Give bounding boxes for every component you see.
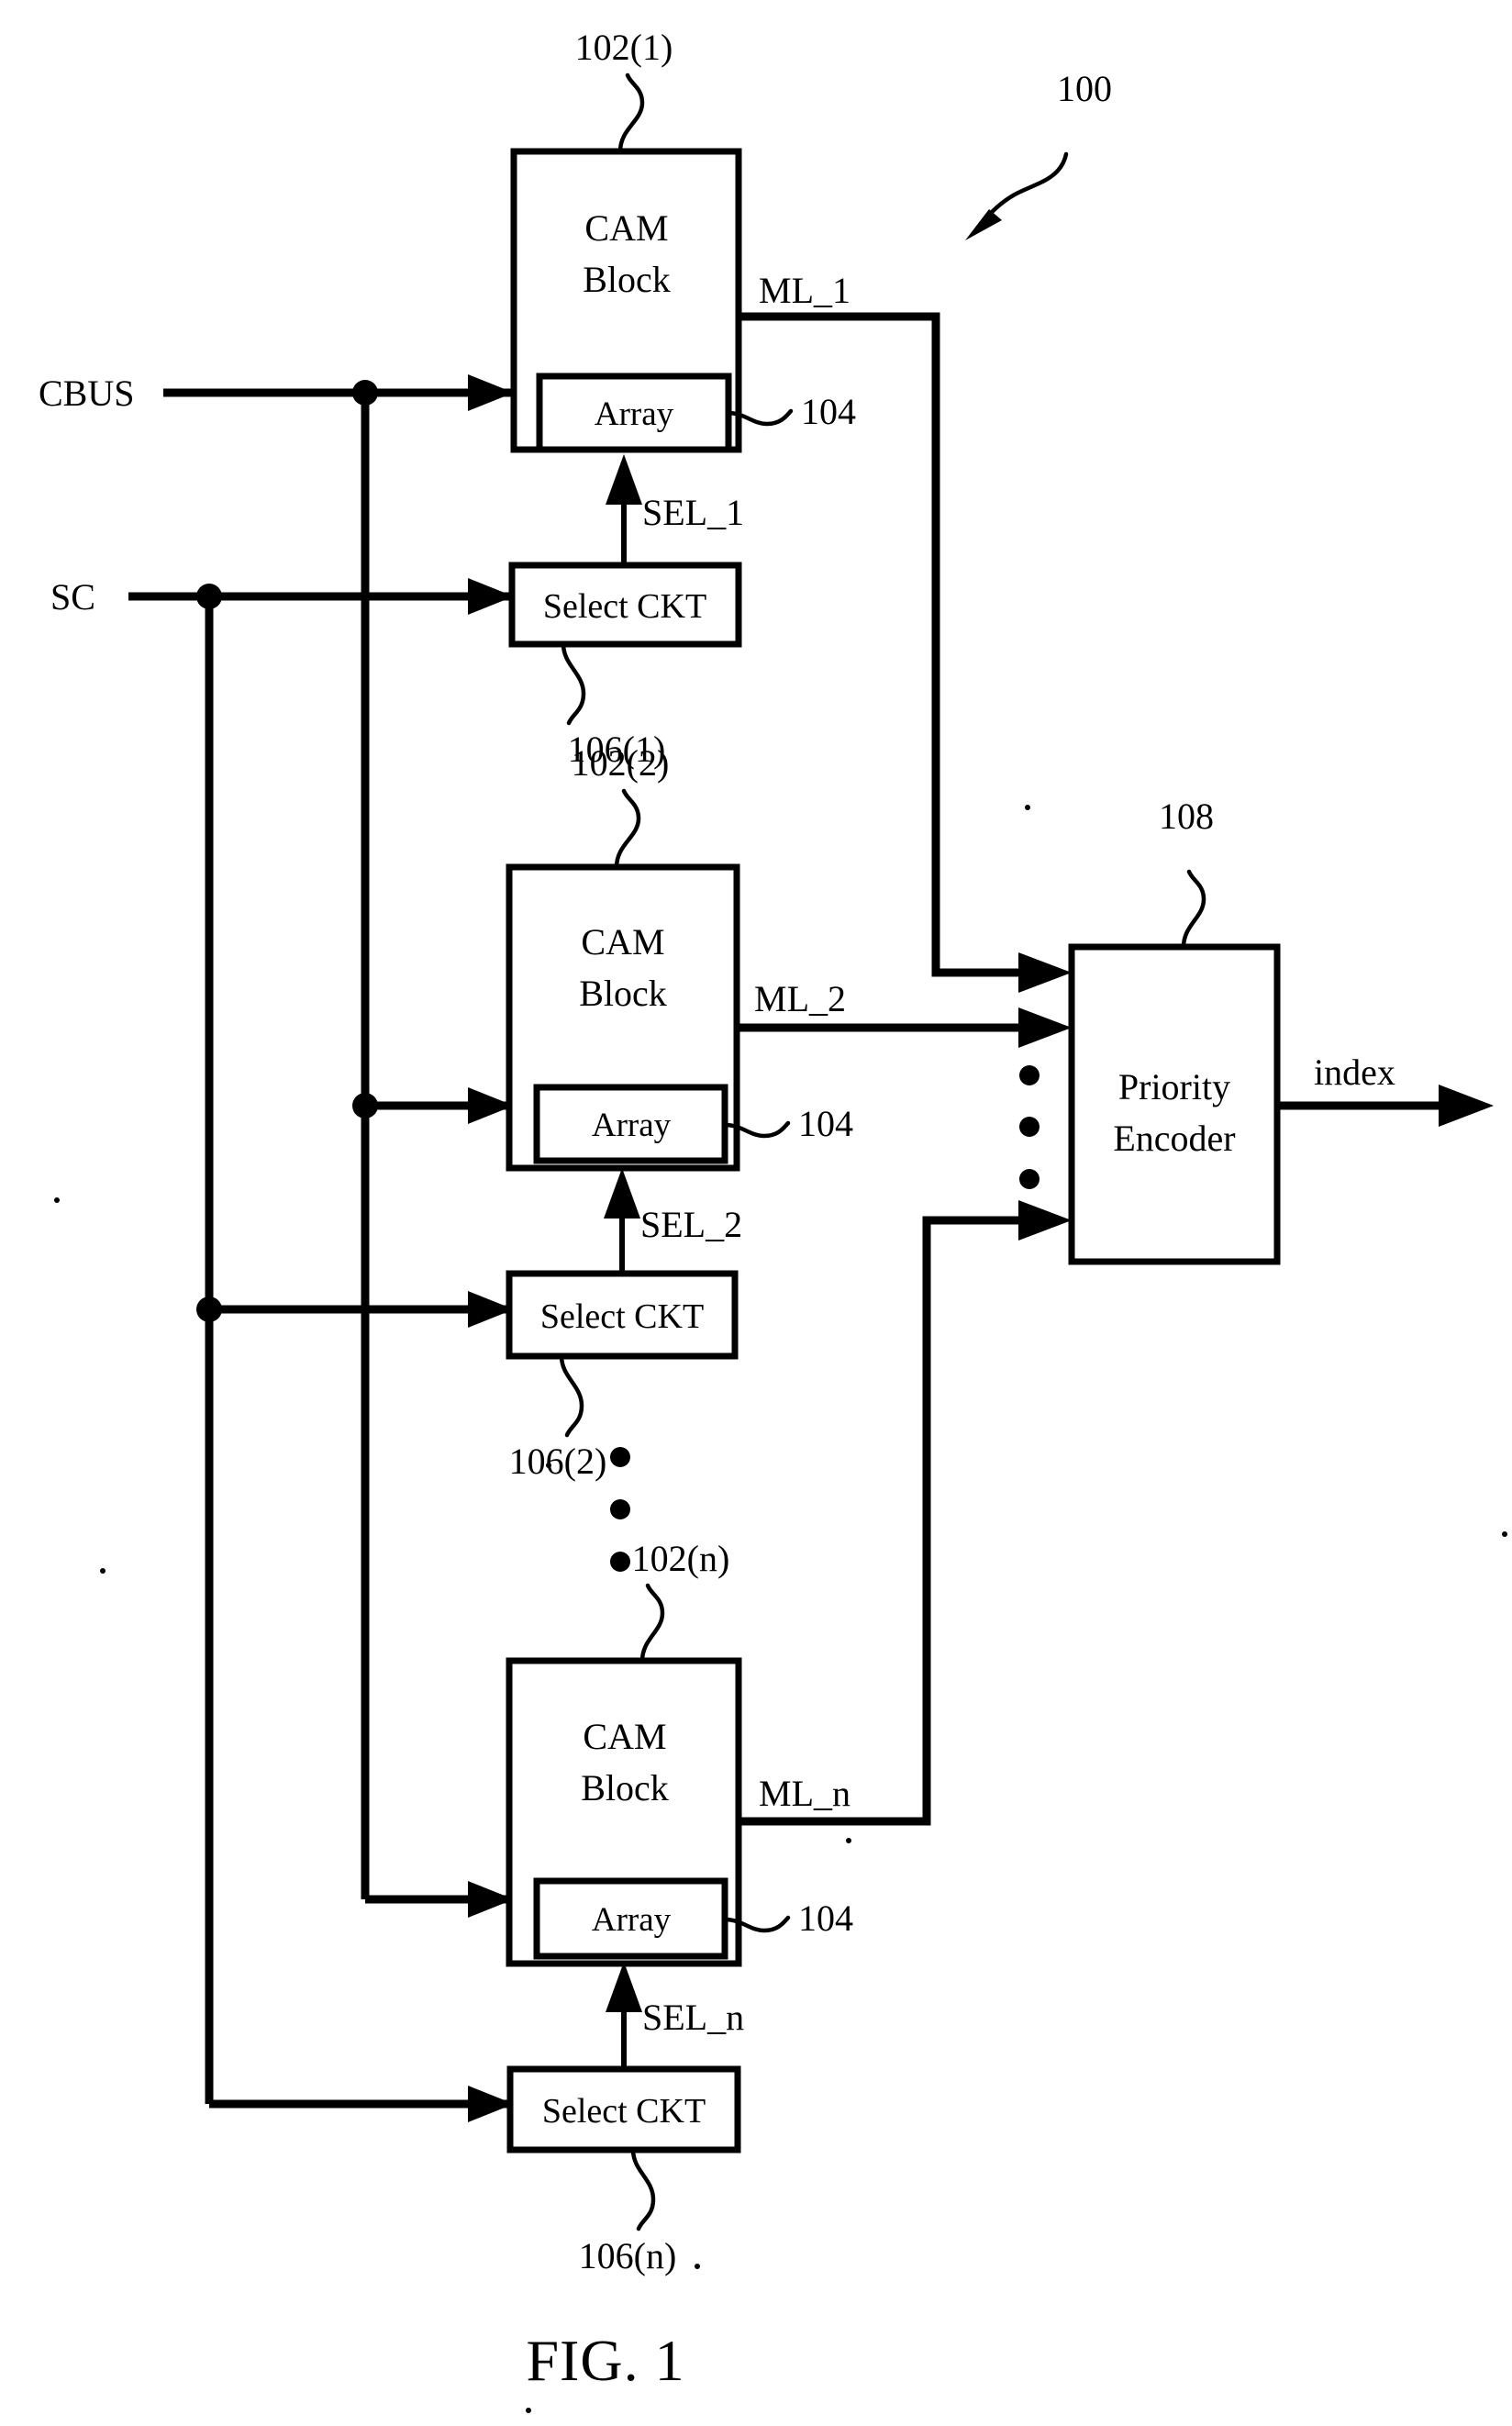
encoder-input-ellipsis — [1019, 1065, 1040, 1189]
sel-2-wire — [604, 1168, 640, 1274]
cam-block-1-title-line1: CAM — [584, 207, 668, 249]
sel-n-label: SEL_n — [642, 1997, 744, 2038]
cam-block-2-title-line1: CAM — [581, 921, 664, 963]
cam-block-2-array-ref: 104 — [798, 1103, 853, 1144]
priority-encoder-title-line1: Priority — [1118, 1066, 1230, 1107]
sel-1-wire — [606, 454, 642, 565]
cam-block-2-ref: 102(2) — [572, 742, 670, 784]
select-ckt-2-label: Select CKT — [540, 1297, 704, 1336]
sel-1-label: SEL_1 — [642, 492, 744, 533]
select-ckt-n-label: Select CKT — [542, 2092, 706, 2131]
cam-block-n-array-ref: 104 — [798, 1897, 853, 1939]
index-output-label: index — [1314, 1052, 1395, 1093]
sel-2-label: SEL_2 — [640, 1204, 742, 1245]
cam-block-1-array-ref: 104 — [801, 391, 856, 432]
system-ref-arrow — [965, 151, 1069, 240]
sel-n-wire — [606, 1962, 642, 2069]
select-ckt-n-ref: 106(n) — [579, 2235, 677, 2276]
cam-block-n-title-line1: CAM — [583, 1716, 666, 1757]
cam-block-n-ref: 102(n) — [632, 1538, 730, 1579]
match-line-1-wire — [739, 312, 1072, 993]
select-ckt-1-label: Select CKT — [543, 587, 706, 626]
priority-encoder-ref: 108 — [1159, 796, 1214, 837]
cbus-port-label: CBUS — [39, 373, 135, 414]
figure-caption: FIG. 1 — [526, 2328, 684, 2393]
block-diagram-svg: CBUS SC index 100 CAM Block Array 104 ML… — [39, 27, 1507, 2413]
sc-bus — [128, 578, 514, 2122]
priority-encoder-title-line2: Encoder — [1113, 1118, 1235, 1159]
cam-block-n-array-label: Array — [592, 1901, 672, 1939]
cam-block-1-ref: 102(1) — [575, 27, 673, 68]
cam-block-n-title-line2: Block — [581, 1767, 669, 1808]
match-line-n-wire — [739, 1200, 1072, 1826]
cam-block-1-array-label: Array — [595, 395, 674, 433]
cam-block-2-array-label: Array — [592, 1107, 672, 1144]
match-line-1-label: ML_1 — [759, 270, 850, 311]
patent-figure: CBUS SC index 100 CAM Block Array 104 ML… — [0, 0, 1512, 2426]
sc-port-label: SC — [50, 576, 95, 618]
cam-block-1-title-line2: Block — [583, 259, 671, 300]
match-line-2-label: ML_2 — [754, 978, 846, 1019]
match-line-n-label: ML_n — [759, 1773, 850, 1814]
system-ref-100: 100 — [1057, 68, 1112, 109]
select-ckt-2-ref: 106(2) — [509, 1441, 607, 1482]
block-series-ellipsis — [610, 1447, 630, 1572]
cam-block-2-title-line2: Block — [579, 973, 667, 1014]
